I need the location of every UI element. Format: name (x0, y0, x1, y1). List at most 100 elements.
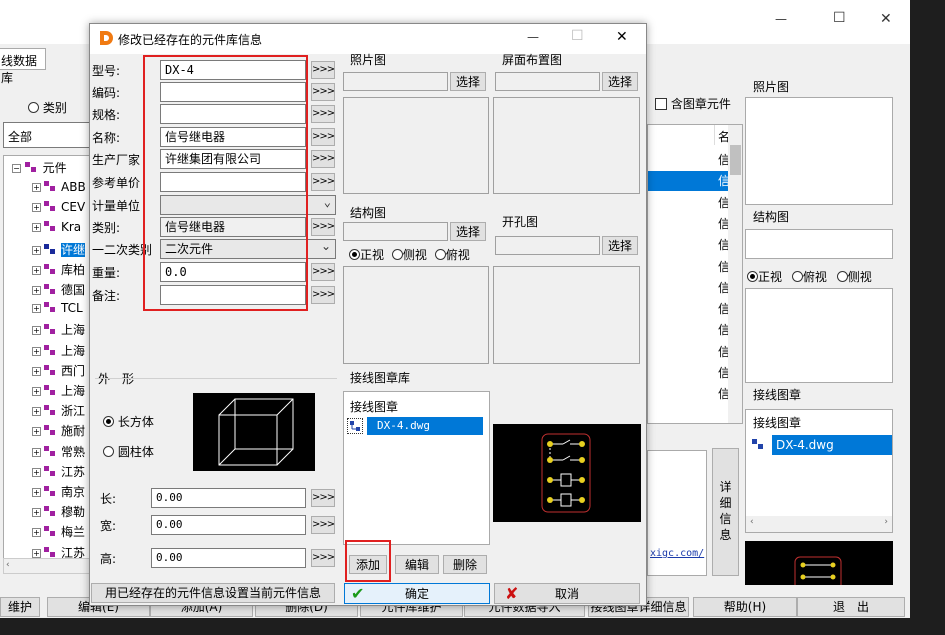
bg-wiring-hscroll[interactable]: ‹ › (746, 516, 892, 532)
dim-input-1[interactable]: 0.00 (151, 515, 306, 535)
dim-more-button-1[interactable]: >>> (311, 516, 335, 534)
radio-shape-box[interactable]: 长方体 (103, 413, 154, 430)
field-more-button-5[interactable]: >>> (311, 173, 335, 191)
dim-more-button-2[interactable]: >>> (311, 549, 335, 567)
dialog-close-button[interactable]: ✕ (616, 29, 628, 45)
tree-item[interactable]: + 南京 (32, 483, 89, 503)
tree-item[interactable]: + TCL (32, 301, 89, 321)
bg-dropdown-all[interactable]: 全部 (3, 122, 90, 148)
tree-item[interactable]: + 穆勒 (32, 503, 89, 523)
bg-include-symbol-checkbox[interactable]: 含图章元件 (655, 95, 731, 112)
tree-item[interactable]: + 常熟 (32, 443, 89, 463)
checkmark-icon: ✔ (351, 584, 365, 603)
structure-label: 结构图 (350, 206, 387, 220)
component-tree-icon (24, 162, 39, 174)
bg-bottom-button-0[interactable]: 维护 (0, 597, 40, 617)
tree-item[interactable]: + 上海 (32, 342, 89, 362)
bg-structure-field (745, 229, 893, 259)
field-label-2: 规格: (92, 108, 121, 122)
tree-root[interactable]: − 元件 (12, 159, 67, 179)
dim-input-2[interactable]: 0.00 (151, 548, 306, 568)
field-more-button-3[interactable]: >>> (311, 128, 335, 146)
photo-select-button[interactable]: 选择 (450, 72, 486, 91)
highlight-fields-box (143, 55, 308, 311)
checkbox-box (655, 98, 667, 110)
field-more-button-1[interactable]: >>> (311, 83, 335, 101)
field-more-button-7[interactable]: >>> (311, 218, 335, 236)
radio-circle (28, 102, 39, 113)
field-more-button-10[interactable]: >>> (311, 286, 335, 304)
wiring-symbol-preview (493, 424, 641, 522)
structure-view-side[interactable]: 侧视 (391, 248, 427, 262)
tree-item[interactable]: + 库柏 (32, 261, 89, 281)
radio-shape-cylinder[interactable]: 圆柱体 (103, 443, 154, 460)
field-more-button-9[interactable]: >>> (311, 263, 335, 281)
tree-item[interactable]: + 西门 (32, 362, 89, 382)
structure-view-front[interactable]: 正视 (349, 248, 384, 262)
field-label-4: 生产厂家 (92, 153, 141, 167)
tree-item[interactable]: + ABB (32, 180, 89, 200)
cutout-preview (493, 266, 640, 364)
tree-item[interactable]: + 德国 (32, 281, 89, 301)
bg-wiring-item[interactable]: DX-4.dwg (752, 435, 892, 455)
field-more-button-4[interactable]: >>> (311, 150, 335, 168)
photo-path-field[interactable] (343, 72, 448, 91)
tree-item[interactable]: + CEV (32, 200, 89, 220)
screen-layout-select-button[interactable]: 选择 (602, 72, 638, 91)
screen-layout-path-field[interactable] (495, 72, 600, 91)
tree-item[interactable]: + 施耐 (32, 422, 89, 442)
tree-item[interactable]: + 许继 (32, 241, 89, 261)
use-existing-info-button[interactable]: 用已经存在的元件信息设置当前元件信息 (91, 583, 335, 603)
bg-list-vscroll[interactable] (728, 125, 742, 423)
tree-item[interactable]: + 江苏 (32, 463, 89, 483)
bg-tree-hscroll[interactable]: ‹ (3, 558, 90, 574)
bg-photo-label: 照片图 (753, 80, 790, 94)
dim-input-0[interactable]: 0.00 (151, 488, 306, 508)
expand-icon: + (32, 245, 41, 255)
ok-button[interactable]: ✔ 确定 (344, 583, 490, 604)
wiring-edit-button[interactable]: 编辑 (395, 555, 439, 574)
wiring-lib-list: 接线图章 DX-4.dwg (343, 391, 490, 545)
wiring-delete-button[interactable]: 删除 (443, 555, 487, 574)
tree-item[interactable]: + 浙江 (32, 402, 89, 422)
dim-label-0: 长: (100, 492, 117, 506)
field-more-button-2[interactable]: >>> (311, 105, 335, 123)
tree-item-label: 西门 (61, 363, 86, 378)
tree-item[interactable]: + 梅兰 (32, 523, 89, 543)
bg-view-top[interactable]: 俯视 (791, 270, 827, 284)
radio-shape-cylinder-label: 圆柱体 (117, 445, 154, 459)
cancel-button[interactable]: ✘ 取消 (494, 583, 640, 604)
structure-select-button[interactable]: 选择 (450, 222, 486, 241)
bg-bottom-button-7[interactable]: 帮助(H) (693, 597, 797, 617)
cutout-path-field[interactable] (495, 236, 600, 255)
bg-wiring-preview (745, 541, 893, 585)
bg-list-selected-row[interactable] (648, 171, 728, 191)
dialog-minimize-button[interactable]: — (527, 30, 539, 44)
tree-item[interactable]: + Kra (32, 220, 89, 240)
field-more-button-0[interactable]: >>> (311, 61, 335, 79)
bg-radio-category[interactable]: 类别 (28, 99, 67, 116)
bg-tab-wiring-db[interactable]: 线数据库 (0, 48, 46, 85)
structure-view-top[interactable]: 俯视 (434, 248, 470, 262)
radio-circle (791, 271, 803, 282)
expand-icon: + (32, 407, 41, 417)
tree-item[interactable]: + 上海 (32, 321, 89, 341)
structure-path-field[interactable] (343, 222, 448, 241)
bg-minimize-button[interactable]: — (775, 12, 787, 26)
tree-item-label: 江苏 (61, 464, 86, 479)
dim-more-button-0[interactable]: >>> (311, 489, 335, 507)
wiring-lib-item[interactable]: DX-4.dwg (347, 417, 483, 435)
wiring-file-icon (752, 439, 766, 451)
bg-maximize-button[interactable]: ☐ (833, 10, 846, 26)
tree-item-label: Kra (61, 220, 82, 235)
bg-view-front[interactable]: 正视 (747, 270, 782, 284)
bg-view-side[interactable]: 侧视 (836, 270, 872, 284)
scroll-thumb[interactable] (730, 145, 741, 175)
bg-detail-info-button[interactable]: 详细信息 (712, 448, 739, 576)
bg-close-button[interactable]: ✕ (880, 11, 892, 27)
component-tree-icon (44, 445, 58, 458)
ok-button-label: 确定 (404, 587, 429, 601)
cutout-select-button[interactable]: 选择 (602, 236, 638, 255)
bg-bottom-button-8[interactable]: 退 出 (797, 597, 905, 617)
tree-item[interactable]: + 上海 (32, 382, 89, 402)
